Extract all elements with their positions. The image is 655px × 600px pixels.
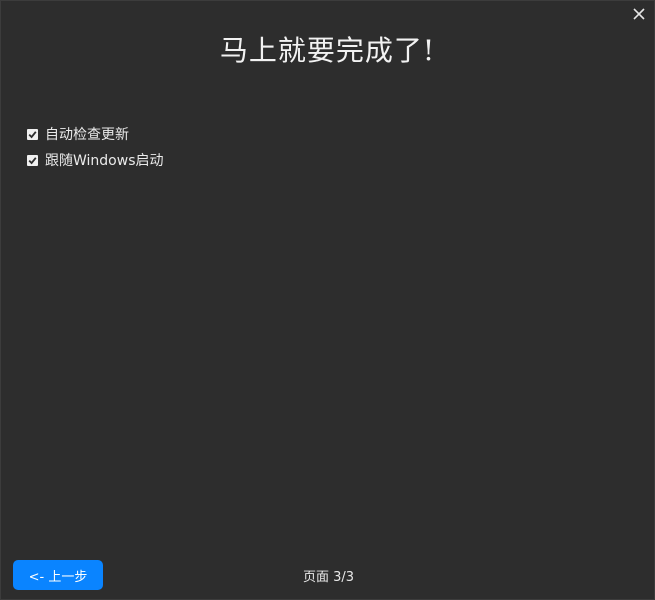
options-list: 自动检查更新 跟随Windows启动 [27,121,164,173]
page-title: 马上就要完成了! [219,34,436,67]
auto-update-option[interactable]: 自动检查更新 [27,121,164,147]
auto-update-checkbox[interactable] [27,128,38,140]
auto-update-label: 自动检查更新 [45,127,129,143]
close-icon [633,8,645,20]
run-at-startup-option[interactable]: 跟随Windows启动 [27,147,164,173]
run-at-startup-checkbox[interactable] [27,154,38,166]
page-indicator: 页面 3/3 [302,570,355,585]
checkmark-icon [28,130,37,138]
run-at-startup-label: 跟随Windows启动 [45,153,164,169]
close-button[interactable] [630,5,648,23]
checkmark-icon [28,156,37,164]
setup-window: 马上就要完成了! 自动检查更新 跟随Windows启动 <- 上一步 页面 3/… [0,0,655,600]
